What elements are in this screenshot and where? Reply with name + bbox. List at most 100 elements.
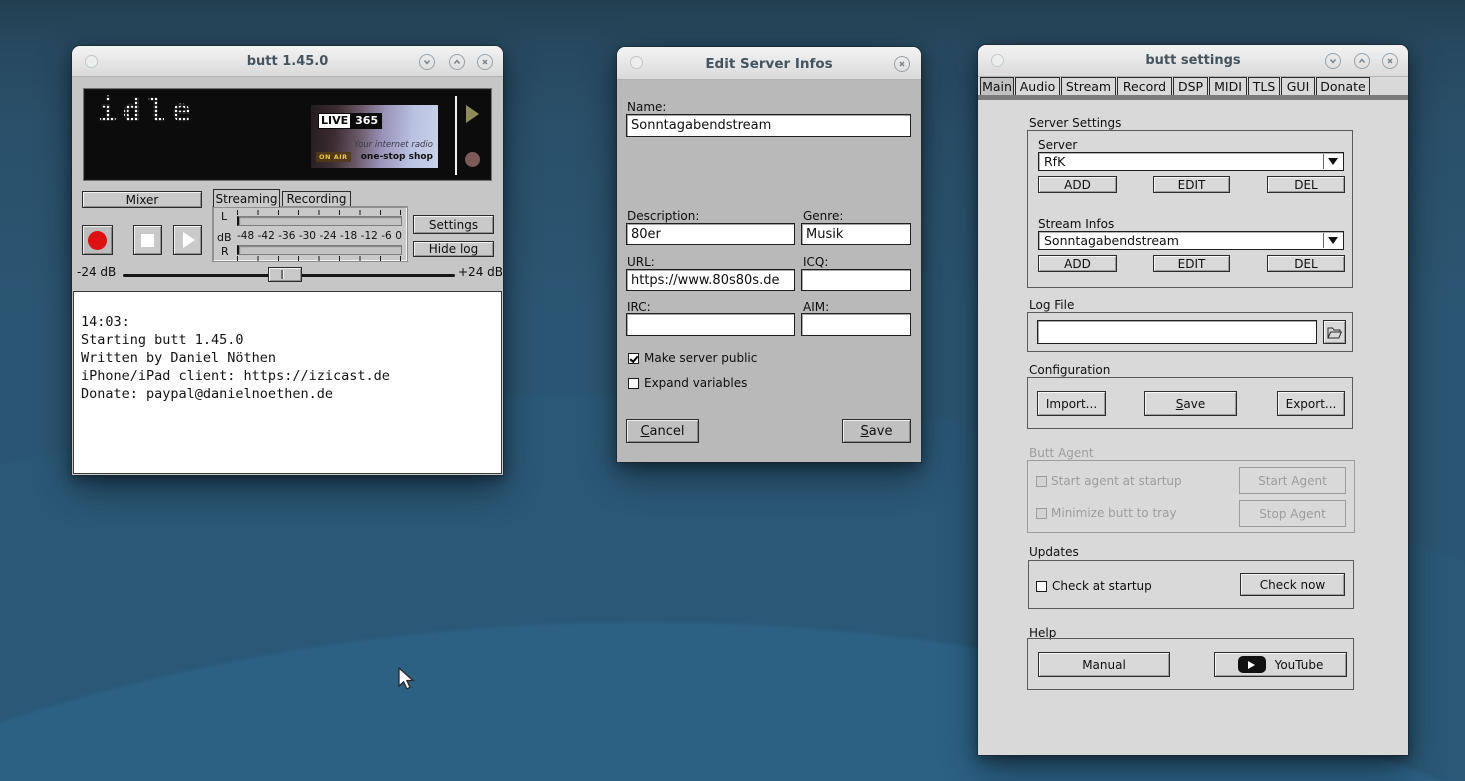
tab-record[interactable]: Record <box>1117 77 1172 95</box>
tab-bar-shadow <box>978 95 1408 100</box>
close-button[interactable] <box>1382 53 1398 69</box>
log-line: 14:03: <box>81 313 501 331</box>
tab-recording[interactable]: Recording <box>282 191 351 207</box>
record-button[interactable] <box>82 225 113 255</box>
maximize-button[interactable] <box>1354 53 1370 69</box>
server-add-label: ADD <box>1064 178 1091 192</box>
server-del-button[interactable]: DEL <box>1267 176 1345 193</box>
log-file-section-label: Log File <box>1029 298 1074 312</box>
tab-record-label: Record <box>1123 79 1166 94</box>
meter-scale-tick: -12 <box>361 230 378 242</box>
stop-button[interactable] <box>133 225 162 255</box>
icq-field[interactable] <box>801 269 911 291</box>
stream-del-label: DEL <box>1294 257 1318 271</box>
close-button[interactable] <box>894 56 910 72</box>
play-button[interactable] <box>173 225 202 255</box>
volume-max-label: +24 dB <box>458 265 503 279</box>
log-file-path-field[interactable] <box>1037 320 1317 344</box>
mouse-cursor <box>398 667 418 693</box>
manual-button-label: Manual <box>1082 658 1126 672</box>
server-add-button[interactable]: ADD <box>1038 176 1117 193</box>
stream-infos-label: Stream Infos <box>1038 217 1114 231</box>
make-server-public-checkbox[interactable] <box>628 353 639 364</box>
aim-label: AIM: <box>803 300 829 314</box>
tab-midi[interactable]: MIDI <box>1209 77 1247 95</box>
tab-audio[interactable]: Audio <box>1015 77 1060 95</box>
cancel-button[interactable]: Cancel <box>626 419 699 443</box>
genre-field[interactable]: Musik <box>801 223 911 245</box>
stream-infos-dropdown[interactable]: Sonntagabendstream <box>1038 231 1344 250</box>
check-now-button[interactable]: Check now <box>1240 573 1345 596</box>
chevron-down-icon <box>422 57 432 67</box>
description-field-value: 80er <box>631 227 661 242</box>
server-dropdown-value: RfK <box>1044 154 1065 169</box>
meter-unit-label: dB <box>217 231 232 244</box>
check-at-startup-checkbox[interactable] <box>1036 581 1047 592</box>
log-file-browse-button[interactable] <box>1323 320 1346 344</box>
genre-label: Genre: <box>803 209 843 223</box>
dialog-titlebar[interactable]: Edit Server Infos <box>617 47 921 80</box>
server-edit-button[interactable]: EDIT <box>1153 176 1230 193</box>
tab-stream-label: Stream <box>1066 79 1111 94</box>
desktop: butt 1.45.0 idle LIVE 365 ON AIR Your in… <box>0 0 1465 781</box>
tab-stream[interactable]: Stream <box>1061 77 1116 95</box>
aim-field[interactable] <box>801 313 911 336</box>
main-window-title: butt 1.45.0 <box>72 54 503 69</box>
meter-scale-tick: -36 <box>278 230 295 242</box>
tab-gui[interactable]: GUI <box>1281 77 1315 95</box>
butt-agent-section-label: Butt Agent <box>1029 446 1094 460</box>
expand-variables-checkbox[interactable] <box>628 378 639 389</box>
stream-edit-label: EDIT <box>1178 257 1206 271</box>
url-field[interactable]: https://www.80s80s.de <box>626 269 795 291</box>
shade-button[interactable] <box>1325 53 1341 69</box>
config-save-button[interactable]: Save <box>1144 391 1237 416</box>
tab-dsp[interactable]: DSP <box>1173 77 1208 95</box>
import-button[interactable]: Import... <box>1037 391 1106 416</box>
mixer-button[interactable]: Mixer <box>82 191 202 208</box>
minimize-butt-to-tray-checkbox <box>1036 508 1047 519</box>
log-output[interactable]: 14:03: Starting butt 1.45.0 Written by D… <box>73 291 502 474</box>
tab-main-label: Main <box>982 79 1012 94</box>
tab-donate[interactable]: Donate <box>1316 77 1370 95</box>
settings-button[interactable]: Settings <box>413 215 494 234</box>
level-meter: L dB -48 -42 -36 -30 -24 -18 -12 -6 0 R <box>212 206 408 262</box>
stream-edit-button[interactable]: EDIT <box>1153 255 1230 272</box>
tab-streaming[interactable]: Streaming <box>213 189 280 207</box>
irc-field[interactable] <box>626 313 795 336</box>
youtube-button[interactable]: YouTube <box>1214 652 1347 677</box>
url-field-value: https://www.80s80s.de <box>631 273 779 288</box>
ad-tagline-2: one-stop shop <box>361 152 433 162</box>
server-dropdown[interactable]: RfK <box>1038 152 1344 171</box>
volume-slider-handle[interactable] <box>268 267 302 282</box>
settings-window-title: butt settings <box>978 53 1408 68</box>
name-field[interactable]: Sonntagabendstream <box>626 114 911 137</box>
save-button[interactable]: Save <box>842 419 911 443</box>
settings-titlebar[interactable]: butt settings <box>978 45 1408 77</box>
dropdown-arrow-button[interactable] <box>1323 154 1342 169</box>
close-button[interactable] <box>477 54 493 70</box>
settings-window: butt settings Main Audio Stream Record D… <box>978 45 1408 755</box>
main-window-titlebar[interactable]: butt 1.45.0 <box>72 46 503 77</box>
stream-del-button[interactable]: DEL <box>1267 255 1345 272</box>
maximize-button[interactable] <box>449 54 465 70</box>
url-label: URL: <box>627 255 655 269</box>
stream-add-button[interactable]: ADD <box>1038 255 1117 272</box>
tab-tls[interactable]: TLS <box>1248 77 1280 95</box>
shade-button[interactable] <box>419 54 435 70</box>
dialog-title: Edit Server Infos <box>617 56 921 72</box>
description-label: Description: <box>627 209 699 223</box>
meter-scale-tick: -24 <box>319 230 336 242</box>
live365-ad-banner[interactable]: LIVE 365 ON AIR Your internet radio one-… <box>311 105 438 168</box>
updates-section-label: Updates <box>1029 545 1079 559</box>
chevron-up-icon <box>452 57 462 67</box>
settings-button-label: Settings <box>429 218 478 232</box>
hide-log-button[interactable]: Hide log <box>413 241 494 257</box>
description-field[interactable]: 80er <box>626 223 795 245</box>
export-button[interactable]: Export... <box>1277 391 1345 416</box>
tab-main[interactable]: Main <box>980 77 1014 95</box>
manual-button[interactable]: Manual <box>1038 652 1170 677</box>
close-icon <box>897 59 907 69</box>
mixer-button-label: Mixer <box>126 193 159 207</box>
dropdown-arrow-button[interactable] <box>1323 233 1342 248</box>
live365-logo: LIVE 365 <box>318 113 382 129</box>
